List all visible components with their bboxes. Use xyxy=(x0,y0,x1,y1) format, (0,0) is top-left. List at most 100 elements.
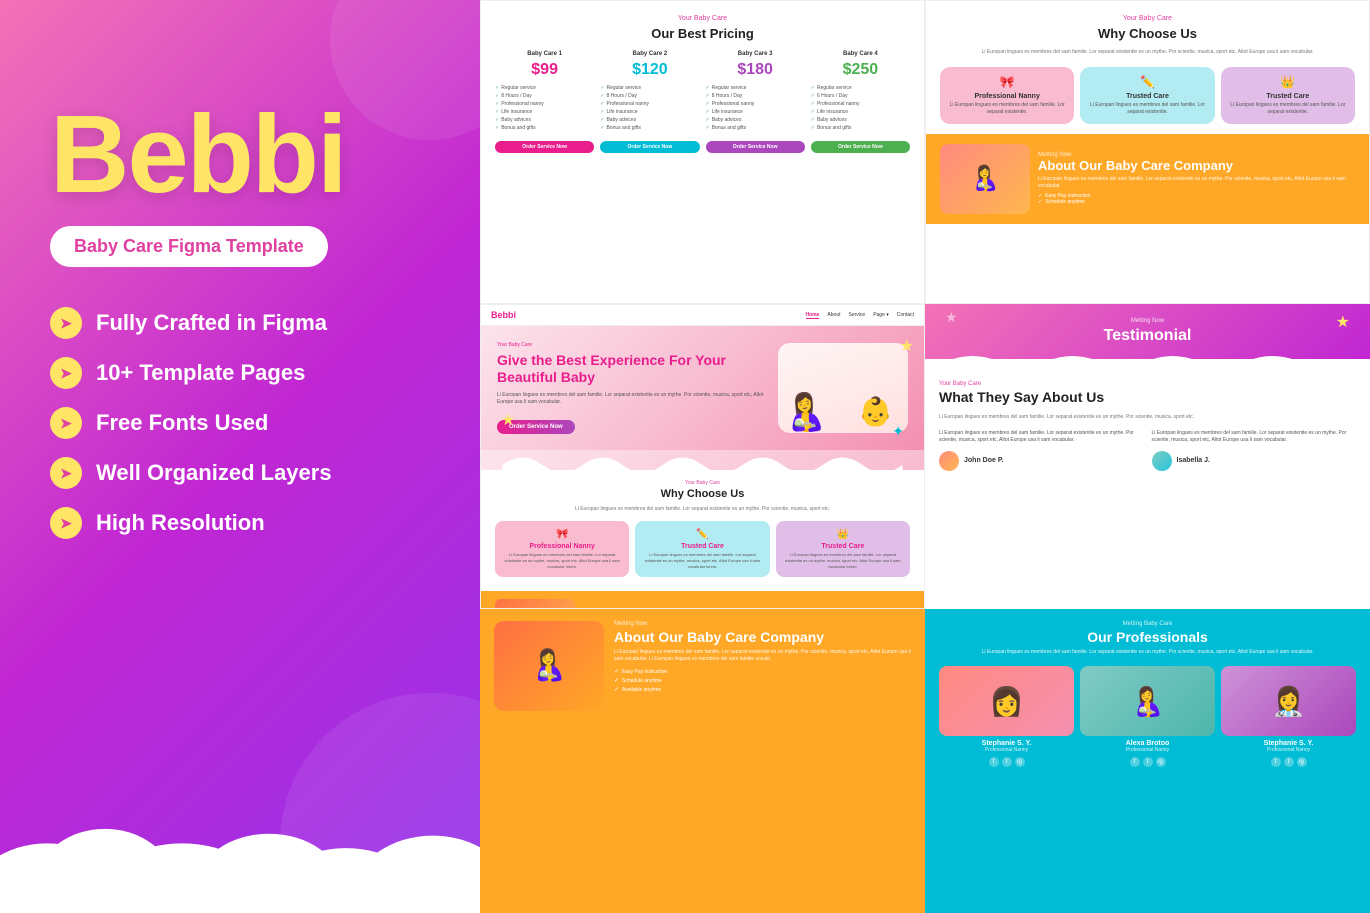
test-what-label: Your Baby Care xyxy=(939,381,1356,387)
prof-item-2: 🤱 Alexa Brotoo Professional Nanny f t ig xyxy=(1080,666,1215,767)
feature-icon-3 xyxy=(50,407,82,439)
nav-home[interactable]: Home xyxy=(806,312,820,319)
prof-ig-3[interactable]: ig xyxy=(1297,757,1307,767)
pricing-columns: Baby Care 1 $99 Regular service 8 Hours … xyxy=(495,51,910,153)
star-cyan: ✦ xyxy=(892,423,904,440)
prof-tw-1[interactable]: t xyxy=(1002,757,1012,767)
preview-hero-desc: Li Europan lingues es membres del sam fa… xyxy=(497,392,768,407)
col-name-3: Baby Care 3 xyxy=(706,51,805,57)
pricing-btn-4[interactable]: Order Service Now xyxy=(811,141,910,153)
prof-social-1: f t ig xyxy=(939,757,1074,767)
prof-label: Metting Baby Care xyxy=(939,621,1356,627)
pwb-desc-3: Li Europan lingues es membres del sam fa… xyxy=(782,552,904,569)
pf-1-6: Bonus and gifts xyxy=(495,125,594,131)
pricing-label: Your Baby Care xyxy=(495,15,910,22)
preview-logo: Bebbi xyxy=(491,310,516,320)
preview-nav-links: Home About Service Page ▾ Contact xyxy=(806,312,914,319)
feature-item-4: Well Organized Layers xyxy=(50,457,430,489)
col-name-1: Baby Care 1 xyxy=(495,51,594,57)
feature-icon-1 xyxy=(50,307,82,339)
review-author-1: John Doe P. xyxy=(939,451,1144,471)
prof-tw-2[interactable]: t xyxy=(1143,757,1153,767)
prof-fb-3[interactable]: f xyxy=(1271,757,1281,767)
ba-bullet-3: Available anytime xyxy=(614,686,911,693)
pricing-col-4: Baby Care 4 $250 Regular service 6 Hours… xyxy=(811,51,910,153)
prof-role-3: Professional Nanny xyxy=(1221,747,1356,753)
review-2: Li Europan lingues es membres del sam fa… xyxy=(1152,430,1357,471)
pwb-icon-2: ✏️ xyxy=(641,529,763,540)
prof-fb-2[interactable]: f xyxy=(1130,757,1140,767)
prof-name-3: Stephanie S. Y. xyxy=(1221,740,1356,747)
prof-photo-1: 👩 xyxy=(939,666,1074,736)
why-icon-3: 👑 xyxy=(1227,75,1349,89)
review-text-1: Li Europan lingues es membres del sam fa… xyxy=(939,430,1144,445)
preview-why-boxes: 🎀 Professional Nanny Li Europan lingues … xyxy=(495,521,910,577)
preview-why: Your Baby Care Why Choose Us Li Europan … xyxy=(481,470,924,587)
test-cloud xyxy=(925,351,1370,371)
testimonial-top-title: Testimonial xyxy=(939,327,1356,345)
why-box-title-2: Trusted Care xyxy=(1086,93,1208,100)
testimonial-preview: Metting Now Testimonial ★ ★ Your Baby Ca… xyxy=(925,304,1370,608)
ba-bullets: Easy Pay instruction Schedule anytime Av… xyxy=(614,668,911,693)
why-box-desc-3: Li Europan lingues es membres del sam fa… xyxy=(1227,102,1349,116)
about-mini: 🤱 Metting Now About Our Baby Care Compan… xyxy=(926,134,1369,224)
review-author-2: Isabella J. xyxy=(1152,451,1357,471)
professionals-preview: Metting Baby Care Our Professionals Li E… xyxy=(925,609,1370,913)
right-panel: Your Baby Care Our Best Pricing Baby Car… xyxy=(480,0,1370,913)
prof-tw-3[interactable]: t xyxy=(1284,757,1294,767)
pricing-btn-2[interactable]: Order Service Now xyxy=(600,141,699,153)
review-1: Li Europan lingues es membres del sam fa… xyxy=(939,430,1144,471)
about-mini-desc: Li Europan lingues es membres del sam fa… xyxy=(1038,176,1355,190)
price-1: $99 xyxy=(495,61,594,79)
col-name-2: Baby Care 2 xyxy=(600,51,699,57)
prof-fb-1[interactable]: f xyxy=(989,757,999,767)
price-3: $180 xyxy=(706,61,805,79)
pwb-title-1: Professional Nanny xyxy=(501,543,623,550)
review-name-1: John Doe P. xyxy=(964,457,1004,464)
pf-1-5: Baby advices xyxy=(495,117,594,123)
pwb-title-2: Trusted Care xyxy=(641,543,763,550)
pwb-desc-1: Li Europan lingues es membres del sam fa… xyxy=(501,552,623,569)
why-box-2: ✏️ Trusted Care Li Europan lingues es me… xyxy=(1080,67,1214,124)
preview-hero-text: Your Baby Care Give the Best Experience … xyxy=(497,342,768,434)
testimonial-reviews: Li Europan lingues es membres del sam fa… xyxy=(939,430,1356,471)
why-icon-2: ✏️ xyxy=(1086,75,1208,89)
test-star-2: ★ xyxy=(945,309,958,326)
preview-hero-label: Your Baby Care xyxy=(497,342,768,348)
why-boxes: 🎀 Professional Nanny Li Europan lingues … xyxy=(940,67,1355,124)
pricing-col-2: Baby Care 2 $120 Regular service 8 Hours… xyxy=(600,51,699,153)
features-list: Fully Crafted in Figma 10+ Template Page… xyxy=(50,307,430,539)
prof-item-1: 👩 Stephanie S. Y. Professional Nanny f t… xyxy=(939,666,1074,767)
feature-item-2: 10+ Template Pages xyxy=(50,357,430,389)
why-label: Your Baby Care xyxy=(940,15,1355,22)
prof-social-2: f t ig xyxy=(1080,757,1215,767)
cloud-decoration xyxy=(0,763,480,913)
nav-page[interactable]: Page ▾ xyxy=(873,312,889,319)
nav-service[interactable]: Service xyxy=(849,312,866,319)
preview-why-box-2: ✏️ Trusted Care Li Europan lingues es me… xyxy=(635,521,769,577)
pricing-btn-3[interactable]: Order Service Now xyxy=(706,141,805,153)
nav-about[interactable]: About xyxy=(827,312,840,319)
prof-social-3: f t ig xyxy=(1221,757,1356,767)
preview-nav: Bebbi Home About Service Page ▾ Contact xyxy=(481,305,924,326)
why-choose-us-preview: Your Baby Care Why Choose Us Li Europan … xyxy=(925,0,1370,304)
prof-ig-1[interactable]: ig xyxy=(1015,757,1025,767)
review-avatar-2 xyxy=(1152,451,1172,471)
pf-1-2: 8 Hours / Day xyxy=(495,93,594,99)
why-icon-1: 🎀 xyxy=(946,75,1068,89)
ba-bullet-2: Schedule anytime xyxy=(614,677,911,684)
prof-name-1: Stephanie S. Y. xyxy=(939,740,1074,747)
star-2: ★ xyxy=(501,410,515,430)
subtitle-pill: Baby Care Figma Template xyxy=(50,226,328,267)
feature-icon-4 xyxy=(50,457,82,489)
nav-contact[interactable]: Contact xyxy=(897,312,914,319)
prof-item-3: 👩‍⚕️ Stephanie S. Y. Professional Nanny … xyxy=(1221,666,1356,767)
feature-icon-2 xyxy=(50,357,82,389)
preview-why-title: Why Choose Us xyxy=(495,488,910,500)
pricing-btn-1[interactable]: Order Service Now xyxy=(495,141,594,153)
pricing-col-3: Baby Care 3 $180 Regular service 8 Hours… xyxy=(706,51,805,153)
prof-desc: Li Europan lingues es membres del sam fa… xyxy=(939,649,1356,657)
prof-ig-2[interactable]: ig xyxy=(1156,757,1166,767)
test-desc: Li Europan lingues es membres del sam fa… xyxy=(939,414,1356,422)
review-name-2: Isabella J. xyxy=(1177,457,1210,464)
